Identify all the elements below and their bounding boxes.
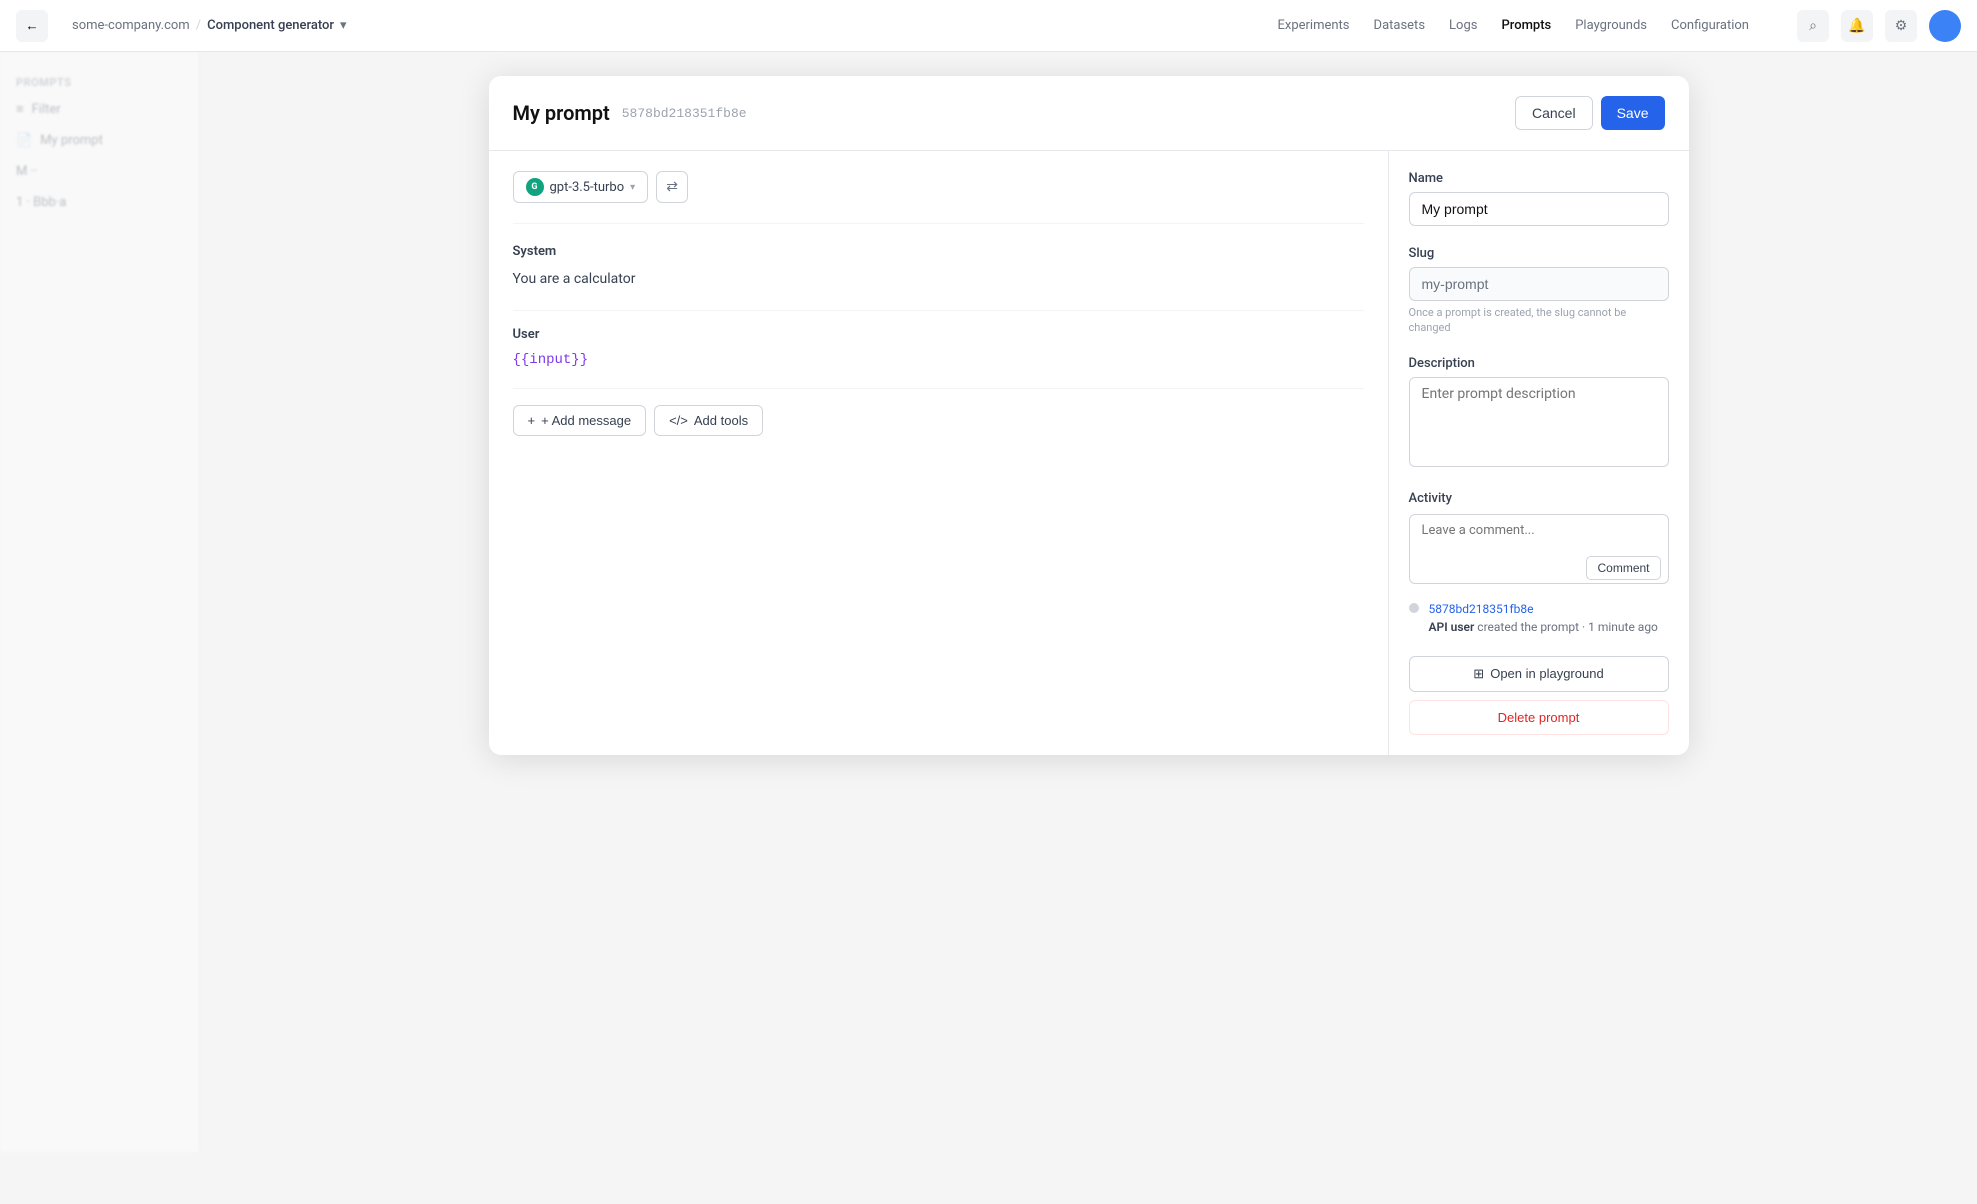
back-button[interactable]: ← xyxy=(16,10,48,42)
cancel-button[interactable]: Cancel xyxy=(1515,96,1593,130)
activity-action: created the prompt · 1 minute ago xyxy=(1477,620,1658,634)
sidebar-item-filter[interactable]: ≡ Filter xyxy=(0,93,199,125)
add-message-button[interactable]: + + Add message xyxy=(513,405,647,436)
add-tools-label: Add tools xyxy=(694,413,748,428)
user-message-section: User {{input}} xyxy=(513,327,1364,389)
nav-menu-logs[interactable]: Logs xyxy=(1449,18,1477,33)
left-sidebar: Prompts ≡ Filter 📄 My prompt M ·· 1 · Bb… xyxy=(0,52,200,1152)
sidebar-item-myprompt-label: My prompt xyxy=(40,133,103,148)
modal-header-actions: Cancel Save xyxy=(1515,96,1665,130)
add-buttons: + + Add message </> Add tools xyxy=(513,405,1364,436)
activity-label: Activity xyxy=(1409,491,1669,506)
model-name: gpt-3.5-turbo xyxy=(550,180,625,195)
description-textarea[interactable] xyxy=(1409,377,1669,467)
settings-panel: Name Slug Once a prompt is created, the … xyxy=(1389,151,1689,755)
nav-settings-button[interactable]: ⚙ xyxy=(1885,10,1917,42)
code-icon: </> xyxy=(669,413,688,428)
add-message-label: + Add message xyxy=(541,413,631,428)
add-tools-button[interactable]: </> Add tools xyxy=(654,405,763,436)
prompt-editor: G gpt-3.5-turbo ▾ ⇄ System You are a cal… xyxy=(489,151,1389,755)
nav-icons: ⌕ 🔔 ⚙ xyxy=(1797,10,1961,42)
nav-menu-playgrounds[interactable]: Playgrounds xyxy=(1575,18,1647,33)
comment-button-label: Comment xyxy=(1597,561,1649,575)
activity-author: API user xyxy=(1429,620,1475,634)
delete-prompt-label: Delete prompt xyxy=(1498,710,1580,725)
user-content[interactable]: {{input}} xyxy=(513,352,1364,368)
system-message-section: System You are a calculator xyxy=(513,244,1364,311)
main-content: My prompt 5878bd218351fb8e Cancel Save G xyxy=(200,52,1977,1152)
modal-header: My prompt 5878bd218351fb8e Cancel Save xyxy=(489,76,1689,151)
user-label: User xyxy=(513,327,1364,342)
slug-field-group: Slug Once a prompt is created, the slug … xyxy=(1409,246,1669,336)
name-input[interactable] xyxy=(1409,192,1669,226)
open-playground-label: Open in playground xyxy=(1490,666,1603,681)
sidebar-item-other2[interactable]: 1 · Bbb·a xyxy=(0,187,199,218)
system-content[interactable]: You are a calculator xyxy=(513,269,1364,290)
model-settings-button[interactable]: ⇄ xyxy=(656,171,688,203)
comment-box-wrapper: Comment xyxy=(1409,514,1669,588)
delete-prompt-button[interactable]: Delete prompt xyxy=(1409,700,1669,735)
slug-input[interactable] xyxy=(1409,267,1669,301)
breadcrumb-sep: / xyxy=(196,18,201,33)
model-logo-icon: G xyxy=(526,178,544,196)
page-background: Prompts ≡ Filter 📄 My prompt M ·· 1 · Bb… xyxy=(0,52,1977,1152)
sidebar-item-other1[interactable]: M ·· xyxy=(0,156,199,187)
name-field-group: Name xyxy=(1409,171,1669,226)
nav-menu-configuration[interactable]: Configuration xyxy=(1671,18,1749,33)
open-playground-button[interactable]: ⊞ Open in playground xyxy=(1409,656,1669,692)
breadcrumb-dropdown-icon[interactable]: ▾ xyxy=(340,18,347,33)
back-icon: ← xyxy=(25,18,38,33)
activity-dot xyxy=(1409,603,1419,613)
sidebar-item-filter-label: Filter xyxy=(32,102,61,117)
nav-avatar[interactable] xyxy=(1929,10,1961,42)
sliders-icon: ⇄ xyxy=(666,179,678,195)
plus-icon: + xyxy=(528,413,536,428)
model-row: G gpt-3.5-turbo ▾ ⇄ xyxy=(513,171,1364,224)
modal-id: 5878bd218351fb8e xyxy=(622,106,747,121)
nav-menu-experiments[interactable]: Experiments xyxy=(1277,18,1349,33)
save-button[interactable]: Save xyxy=(1601,96,1665,130)
description-field-group: Description xyxy=(1409,356,1669,471)
modal-panel: My prompt 5878bd218351fb8e Cancel Save G xyxy=(489,76,1689,755)
breadcrumb-project[interactable]: Component generator xyxy=(207,18,334,33)
search-icon: ⌕ xyxy=(1809,18,1817,34)
modal-body: G gpt-3.5-turbo ▾ ⇄ System You are a cal… xyxy=(489,151,1689,755)
nav-search-button[interactable]: ⌕ xyxy=(1797,10,1829,42)
breadcrumb-org: some-company.com xyxy=(72,18,190,33)
model-chevron-icon: ▾ xyxy=(630,182,635,193)
breadcrumb: some-company.com / Component generator ▾ xyxy=(72,18,347,33)
activity-entry: 5878bd218351fb8e API user created the pr… xyxy=(1409,600,1669,636)
nav-menu-prompts[interactable]: Prompts xyxy=(1501,18,1551,33)
activity-section: Activity Comment 5878bd218351fb8e xyxy=(1409,491,1669,636)
bell-icon: 🔔 xyxy=(1848,18,1865,34)
playground-icon: ⊞ xyxy=(1473,666,1484,682)
nav-bell-button[interactable]: 🔔 xyxy=(1841,10,1873,42)
system-label: System xyxy=(513,244,1364,259)
sidebar-section-title: Prompts xyxy=(0,68,199,93)
sidebar-item-other2-label: 1 · Bbb·a xyxy=(16,195,66,210)
filter-icon: ≡ xyxy=(16,101,24,117)
settings-icon: ⚙ xyxy=(1895,18,1908,34)
sidebar-item-myprompt[interactable]: 📄 My prompt xyxy=(0,125,199,156)
sidebar-item-other1-label: M ·· xyxy=(16,164,37,179)
name-field-label: Name xyxy=(1409,171,1669,186)
activity-text: 5878bd218351fb8e API user created the pr… xyxy=(1429,600,1658,636)
prompt-icon: 📄 xyxy=(16,133,32,148)
model-selector[interactable]: G gpt-3.5-turbo ▾ xyxy=(513,171,649,203)
slug-field-label: Slug xyxy=(1409,246,1669,261)
nav-menu-datasets[interactable]: Datasets xyxy=(1374,18,1426,33)
slug-hint: Once a prompt is created, the slug canno… xyxy=(1409,305,1669,336)
description-field-label: Description xyxy=(1409,356,1669,371)
panel-actions: ⊞ Open in playground Delete prompt xyxy=(1409,656,1669,735)
navbar: ← some-company.com / Component generator… xyxy=(0,0,1977,52)
activity-link[interactable]: 5878bd218351fb8e xyxy=(1429,602,1534,616)
nav-menu: Experiments Datasets Logs Prompts Playgr… xyxy=(1277,18,1749,33)
modal-title: My prompt xyxy=(513,101,610,125)
comment-button[interactable]: Comment xyxy=(1586,556,1660,580)
